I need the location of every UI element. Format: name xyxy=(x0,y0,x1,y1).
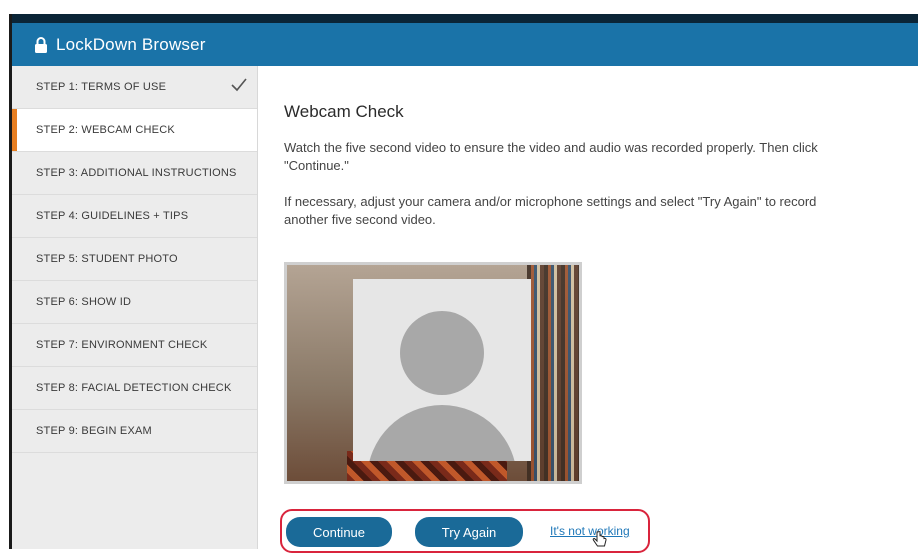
lock-icon xyxy=(34,36,48,53)
try-again-button[interactable]: Try Again xyxy=(415,517,523,547)
window-top-strip xyxy=(12,14,918,23)
step-label: STEP 1: TERMS OF USE xyxy=(36,81,167,93)
checkmark-icon xyxy=(231,78,247,95)
user-silhouette-icon xyxy=(353,279,531,461)
step-label: STEP 4: GUIDELINES + TIPS xyxy=(36,210,189,222)
video-bookshelf xyxy=(527,265,579,481)
sidebar-item-student-photo[interactable]: STEP 5: STUDENT PHOTO xyxy=(12,238,257,281)
step-label: STEP 8: FACIAL DETECTION CHECK xyxy=(36,382,232,394)
step-label: STEP 6: SHOW ID xyxy=(36,296,132,308)
step-label: STEP 2: WEBCAM CHECK xyxy=(36,124,175,136)
step-label: STEP 5: STUDENT PHOTO xyxy=(36,253,178,265)
silhouette-head xyxy=(400,311,484,395)
steps-sidebar: STEP 1: TERMS OF USE STEP 2: WEBCAM CHEC… xyxy=(12,66,258,549)
sidebar-item-guidelines-tips[interactable]: STEP 4: GUIDELINES + TIPS xyxy=(12,195,257,238)
not-working-link[interactable]: It's not working xyxy=(550,524,630,538)
app-title: LockDown Browser xyxy=(56,34,206,54)
instruction-text-secondary: If necessary, adjust your camera and/or … xyxy=(284,194,817,227)
webcam-video-preview[interactable] xyxy=(284,262,582,484)
main-content: Webcam Check Watch the five second video… xyxy=(280,66,904,553)
sidebar-item-environment-check[interactable]: STEP 7: ENVIRONMENT CHECK xyxy=(12,324,257,367)
title-bar: LockDown Browser xyxy=(12,23,918,66)
sidebar-item-show-id[interactable]: STEP 6: SHOW ID xyxy=(12,281,257,324)
silhouette-body xyxy=(367,405,517,461)
sidebar-item-webcam-check[interactable]: STEP 2: WEBCAM CHECK xyxy=(12,109,257,152)
instruction-text: Watch the five second video to ensure th… xyxy=(284,140,818,173)
action-buttons-group: Continue Try Again It's not working xyxy=(280,509,650,553)
sidebar-item-additional-instructions[interactable]: STEP 3: ADDITIONAL INSTRUCTIONS xyxy=(12,152,257,195)
sidebar-item-facial-detection-check[interactable]: STEP 8: FACIAL DETECTION CHECK xyxy=(12,367,257,410)
hand-cursor-icon xyxy=(592,530,608,556)
step-label: STEP 3: ADDITIONAL INSTRUCTIONS xyxy=(36,167,237,179)
sidebar-item-begin-exam[interactable]: STEP 9: BEGIN EXAM xyxy=(12,410,257,453)
step-label: STEP 9: BEGIN EXAM xyxy=(36,425,152,437)
step-label: STEP 7: ENVIRONMENT CHECK xyxy=(36,339,208,351)
page-title: Webcam Check xyxy=(284,102,404,121)
continue-button[interactable]: Continue xyxy=(286,517,392,547)
sidebar-item-terms-of-use[interactable]: STEP 1: TERMS OF USE xyxy=(12,66,257,109)
lockdown-window: LockDown Browser STEP 1: TERMS OF USE ST… xyxy=(12,14,918,553)
